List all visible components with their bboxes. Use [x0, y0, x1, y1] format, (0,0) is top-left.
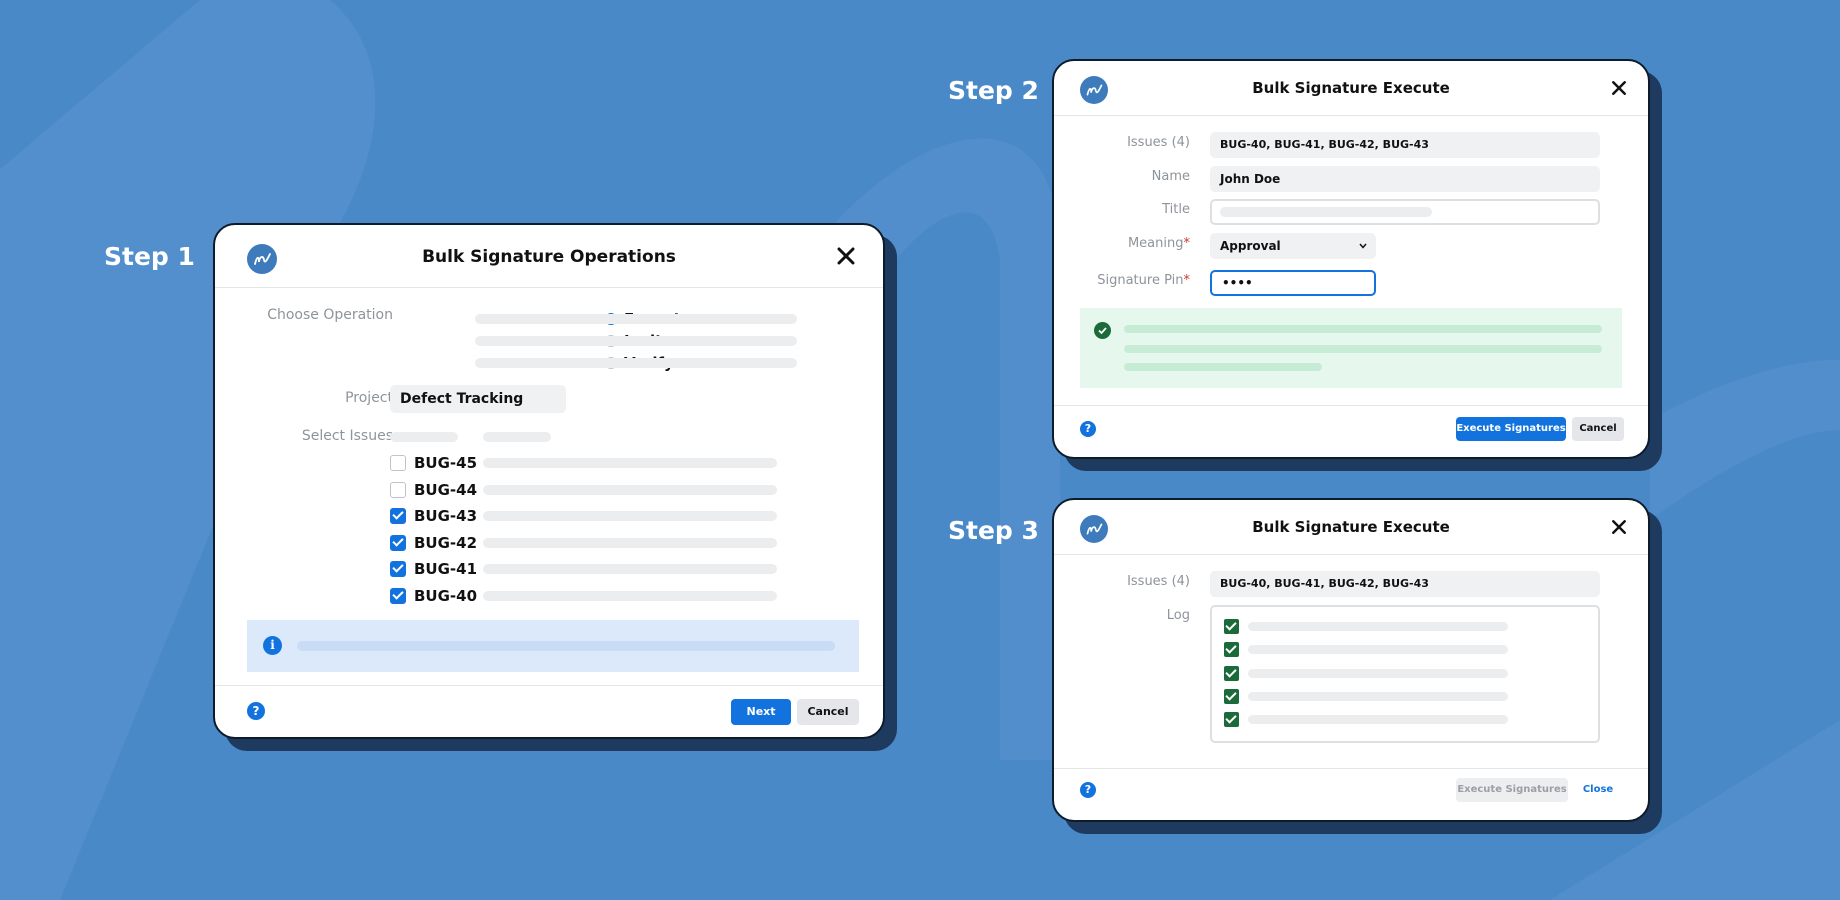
- checkbox[interactable]: [390, 455, 406, 471]
- title-label: Title: [1162, 202, 1190, 217]
- log-success-checkbox: [1224, 689, 1239, 704]
- bulk-signature-operations-dialog: Bulk Signature Operations Choose Operati…: [213, 223, 885, 739]
- issue-key: BUG-41: [414, 560, 478, 578]
- info-banner: i: [247, 620, 859, 672]
- name-field[interactable]: John Doe: [1210, 166, 1600, 192]
- dialog-header: Bulk Signature Execute: [1054, 500, 1648, 555]
- log-panel: [1210, 605, 1600, 743]
- log-entry-bar: [1248, 645, 1508, 654]
- close-icon[interactable]: [1610, 79, 1628, 97]
- step-1-label: Step 1: [104, 242, 195, 271]
- footer-divider: [1054, 405, 1648, 406]
- chevron-down-icon: [1359, 243, 1367, 249]
- required-mark: *: [1183, 273, 1191, 288]
- issue-key: BUG-42: [414, 534, 478, 552]
- select-issues-label: Select Issues: [301, 428, 393, 444]
- issue-summary-bar: [483, 591, 777, 601]
- meaning-select[interactable]: Approval: [1210, 233, 1376, 259]
- placeholder-bar: [475, 358, 797, 368]
- signature-pin-input[interactable]: ••••: [1210, 270, 1376, 296]
- meaning-value: Approval: [1220, 239, 1281, 253]
- issues-label: Issues (4): [1127, 135, 1190, 150]
- dialog-header: Bulk Signature Execute: [1054, 61, 1648, 116]
- checkbox[interactable]: [390, 561, 406, 577]
- step-2-label: Step 2: [948, 76, 1039, 105]
- meaning-label: Meaning*: [1074, 236, 1190, 251]
- log-entry-bar: [1248, 692, 1508, 701]
- signature-pin-label: Signature Pin*: [1074, 273, 1190, 288]
- dialog-header: Bulk Signature Operations: [215, 225, 883, 288]
- info-text-bar: [297, 641, 835, 651]
- help-icon[interactable]: ?: [1080, 421, 1096, 437]
- placeholder-bar: [475, 314, 797, 324]
- issue-row-bug-43[interactable]: BUG-43: [390, 506, 477, 526]
- log-success-checkbox: [1224, 666, 1239, 681]
- issue-key: BUG-45: [414, 454, 478, 472]
- close-icon[interactable]: [1610, 518, 1628, 536]
- close-icon[interactable]: [835, 245, 857, 267]
- column-header-bar: [390, 432, 458, 442]
- log-entry-bar: [1248, 715, 1508, 724]
- column-header-bar: [483, 432, 551, 442]
- log-success-checkbox: [1224, 642, 1239, 657]
- issues-label: Issues (4): [1127, 574, 1190, 589]
- title-placeholder-bar: [1220, 207, 1432, 217]
- issues-field: BUG-40, BUG-41, BUG-42, BUG-43: [1210, 571, 1600, 597]
- dialog-title: Bulk Signature Operations: [422, 247, 676, 267]
- help-icon[interactable]: ?: [247, 702, 265, 720]
- bulk-signature-execute-dialog: Bulk Signature Execute Issues (4) BUG-40…: [1052, 59, 1650, 459]
- success-text-bar: [1124, 325, 1602, 333]
- log-success-checkbox: [1224, 712, 1239, 727]
- execute-signatures-button[interactable]: Execute Signatures: [1456, 417, 1566, 441]
- issue-summary-bar: [483, 511, 777, 521]
- close-button[interactable]: Close: [1572, 778, 1624, 802]
- issue-summary-bar: [483, 485, 777, 495]
- issue-summary-bar: [483, 538, 777, 548]
- project-label: Project: [345, 390, 393, 406]
- cancel-button[interactable]: Cancel: [797, 699, 859, 725]
- check-circle-icon: [1094, 322, 1111, 339]
- cancel-button[interactable]: Cancel: [1572, 417, 1624, 441]
- name-label: Name: [1151, 169, 1190, 184]
- success-text-bar: [1124, 345, 1602, 353]
- checkbox[interactable]: [390, 535, 406, 551]
- signature-pin-label-text: Signature Pin: [1097, 273, 1184, 288]
- checkbox[interactable]: [390, 482, 406, 498]
- project-select[interactable]: Defect Tracking: [390, 385, 566, 413]
- log-label: Log: [1166, 608, 1190, 623]
- choose-operation-label: Choose Operation: [267, 307, 393, 323]
- success-banner: [1080, 308, 1622, 388]
- dialog-title: Bulk Signature Execute: [1252, 518, 1450, 536]
- issue-row-bug-40[interactable]: BUG-40: [390, 586, 477, 606]
- issue-row-bug-42[interactable]: BUG-42: [390, 533, 477, 553]
- info-icon: i: [263, 636, 282, 655]
- title-input[interactable]: [1210, 199, 1600, 225]
- issue-key: BUG-43: [414, 507, 478, 525]
- checkbox[interactable]: [390, 508, 406, 524]
- issue-row-bug-44[interactable]: BUG-44: [390, 480, 477, 500]
- log-entry-bar: [1248, 622, 1508, 631]
- step-3-label: Step 3: [948, 516, 1039, 545]
- issue-summary-bar: [483, 564, 777, 574]
- required-mark: *: [1183, 236, 1191, 251]
- issue-summary-bar: [483, 458, 777, 468]
- dialog-title: Bulk Signature Execute: [1252, 79, 1450, 97]
- issue-key: BUG-40: [414, 587, 478, 605]
- issues-field: BUG-40, BUG-41, BUG-42, BUG-43: [1210, 132, 1600, 158]
- placeholder-bar: [475, 336, 797, 346]
- success-text-bar: [1124, 363, 1322, 371]
- log-entry-bar: [1248, 669, 1508, 678]
- bulk-signature-execute-log-dialog: Bulk Signature Execute Issues (4) BUG-40…: [1052, 498, 1650, 822]
- next-button[interactable]: Next: [731, 699, 791, 725]
- issue-row-bug-41[interactable]: BUG-41: [390, 559, 477, 579]
- issue-key: BUG-44: [414, 481, 478, 499]
- issue-row-bug-45[interactable]: BUG-45: [390, 453, 477, 473]
- meaning-label-text: Meaning: [1127, 236, 1184, 251]
- checkbox[interactable]: [390, 588, 406, 604]
- help-icon[interactable]: ?: [1080, 782, 1096, 798]
- footer-divider: [1054, 768, 1648, 769]
- log-success-checkbox: [1224, 619, 1239, 634]
- execute-signatures-button: Execute Signatures: [1456, 778, 1568, 802]
- footer-divider: [215, 685, 883, 686]
